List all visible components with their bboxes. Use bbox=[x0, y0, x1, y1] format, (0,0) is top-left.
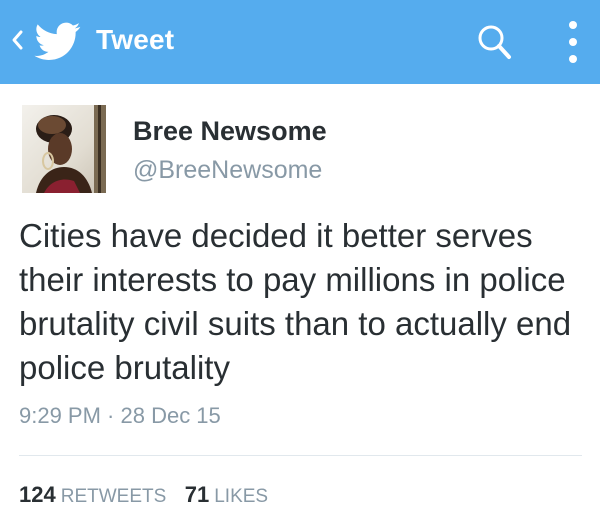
app-bar-title: Tweet bbox=[96, 24, 175, 55]
likes-count: 71 bbox=[184, 482, 210, 507]
tweet-text: Cities have decided it better serves the… bbox=[19, 217, 572, 386]
tweet-timestamp: 9:29 PM · 28 Dec 15 bbox=[19, 403, 221, 428]
likes-label: LIKES bbox=[214, 486, 269, 507]
more-vertical-icon bbox=[569, 21, 577, 63]
avatar[interactable] bbox=[22, 105, 106, 193]
tweet-stats: 124 RETWEETS 71 LIKES bbox=[19, 480, 282, 510]
app-bar: Tweet bbox=[0, 0, 600, 84]
back-button[interactable]: Tweet bbox=[0, 0, 190, 84]
search-button[interactable] bbox=[466, 14, 524, 70]
divider bbox=[19, 455, 582, 456]
tweet-detail-screen: Tweet Bree Newsome @BreeNewsome Cities h… bbox=[0, 0, 600, 523]
twitter-bird-icon bbox=[34, 22, 81, 60]
author-handle[interactable]: @BreeNewsome bbox=[133, 154, 322, 186]
search-icon bbox=[478, 25, 511, 59]
chevron-left-icon bbox=[12, 30, 23, 50]
retweets-stat[interactable]: 124 RETWEETS bbox=[19, 480, 166, 513]
avatar-photo bbox=[22, 105, 106, 193]
retweets-count: 124 bbox=[19, 482, 56, 507]
author-name[interactable]: Bree Newsome bbox=[133, 114, 327, 148]
retweets-label: RETWEETS bbox=[60, 486, 167, 507]
likes-stat[interactable]: 71 LIKES bbox=[185, 480, 268, 513]
more-options-button[interactable] bbox=[552, 14, 594, 70]
